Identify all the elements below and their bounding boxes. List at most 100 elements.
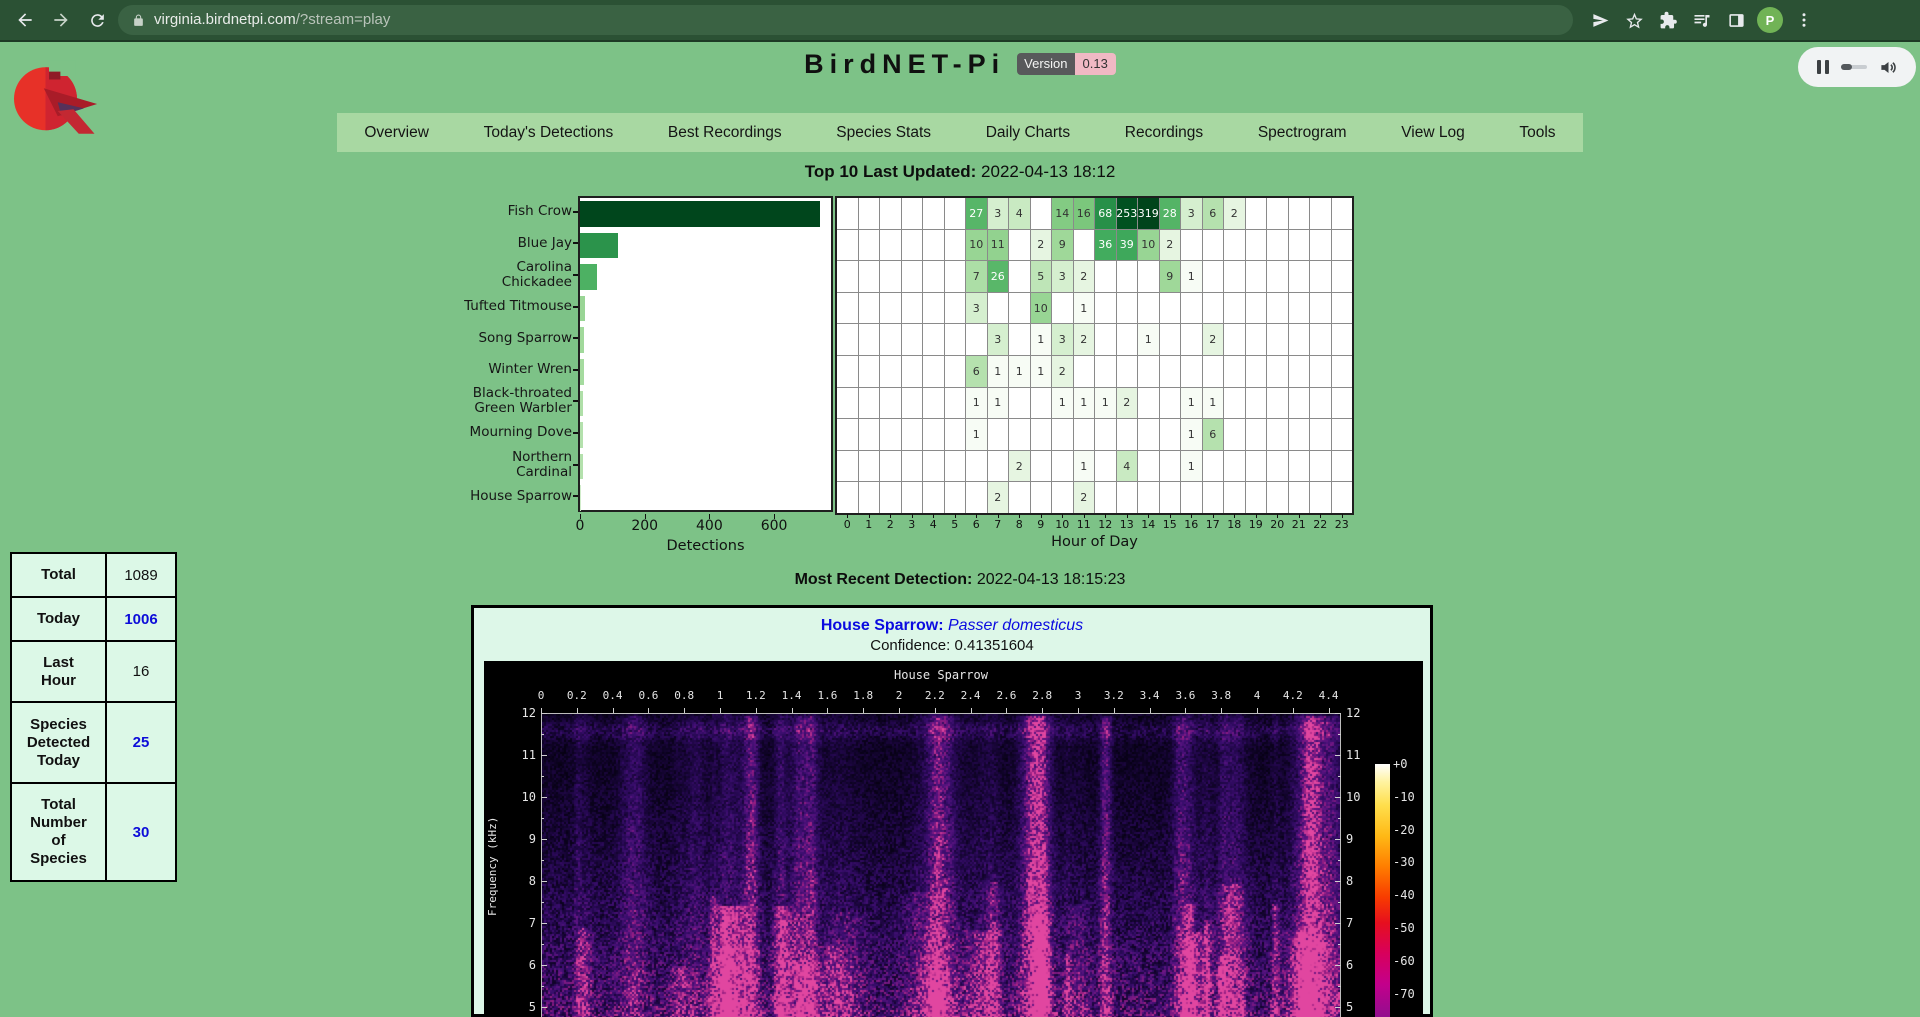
spectrogram-x-tickmark: [863, 708, 864, 713]
spectrogram-x-tickmark: [935, 708, 936, 713]
spectrogram-y-tick-left: 9: [508, 832, 536, 846]
heatmap-cell: [1009, 419, 1030, 450]
pause-button[interactable]: [1817, 60, 1829, 74]
heatmap-cell: [837, 261, 858, 292]
spectrogram-y-minor-tick: [1338, 986, 1341, 987]
heatmap-cell: [837, 451, 858, 482]
heatmap-cell: [1203, 261, 1224, 292]
spectrogram-x-tick: 0: [538, 689, 545, 702]
reload-button[interactable]: [82, 5, 112, 35]
nav-item-tools[interactable]: Tools: [1513, 124, 1561, 142]
heatmap-cell: 1: [1074, 388, 1095, 419]
profile-avatar[interactable]: P: [1755, 5, 1785, 35]
spectrogram-x-tickmark: [684, 708, 685, 713]
spectrogram-y-tickmark: [1335, 965, 1341, 966]
main-nav: Overview Today's Detections Best Recording…: [337, 113, 1583, 152]
spectrogram-y-minor-tick: [1338, 944, 1341, 945]
heatmap-cell: [1224, 261, 1245, 292]
nav-item-overview[interactable]: Overview: [358, 124, 435, 142]
heatmap-cell: 1: [1095, 388, 1116, 419]
heatmap-cell: [1203, 293, 1224, 324]
spectrogram-y-tickmark: [541, 755, 547, 756]
heatmap-cell: 2: [988, 482, 1009, 513]
heatmap-cell: [988, 419, 1009, 450]
heatmap-cell: [1246, 261, 1267, 292]
volume-icon[interactable]: [1879, 58, 1898, 77]
heatmap-cell: [1224, 451, 1245, 482]
detection-species-link[interactable]: House Sparrow:: [821, 617, 944, 634]
heatmap-cell: [1095, 324, 1116, 355]
heatmap-cell: [1289, 482, 1310, 513]
forward-icon: [51, 10, 71, 30]
stats-label: Today: [11, 597, 106, 641]
nav-item-recordings[interactable]: Recordings: [1119, 124, 1209, 142]
heatmap-cell: [1052, 451, 1073, 482]
url-bar[interactable]: virginia.birdnetpi.com/?stream=play: [118, 5, 1573, 35]
extensions-button[interactable]: [1653, 5, 1683, 35]
species-label-text: Song Sparrow: [478, 331, 572, 346]
recent-label: Most Recent Detection:: [795, 571, 973, 588]
heatmap-cell: [923, 293, 944, 324]
hour-axis-tick: 20: [1270, 518, 1284, 531]
spectrogram-x-tick: 3.6: [1175, 689, 1195, 702]
stats-value[interactable]: 25: [106, 702, 176, 783]
playlist-button[interactable]: [1687, 5, 1717, 35]
url-path: /?stream=play: [296, 11, 391, 28]
heatmap-cell: [945, 198, 966, 229]
audio-progress-slider[interactable]: [1841, 65, 1867, 69]
bar-house-sparrow: [580, 485, 581, 511]
heatmap-cell: [1203, 230, 1224, 261]
page: virginia.birdnetpi.com/?stream=play P: [0, 0, 1920, 1017]
nav-item-spectrogram[interactable]: Spectrogram: [1252, 124, 1353, 142]
heatmap-cell: 1: [1181, 419, 1202, 450]
stats-value[interactable]: 1006: [106, 597, 176, 641]
spectrogram-x-tick: 4.2: [1283, 689, 1303, 702]
heatmap-cell: 319: [1138, 198, 1159, 229]
heatmap-cell: [1332, 419, 1353, 450]
heatmap-cell: [1138, 388, 1159, 419]
spectrogram-x-tickmark: [613, 708, 614, 713]
heatmap-cell: 14: [1052, 198, 1073, 229]
species-label-black-throated-green-warbler: Black-throatedGreen Warbler: [400, 386, 572, 418]
spectrogram-y-minor-tick: [541, 860, 544, 861]
nav-item-best-recordings[interactable]: Best Recordings: [662, 124, 788, 142]
playlist-icon: [1692, 10, 1712, 30]
back-button[interactable]: [10, 5, 40, 35]
stats-value[interactable]: 30: [106, 783, 176, 881]
spectrogram-x-tick: 0.8: [674, 689, 694, 702]
send-button[interactable]: [1585, 5, 1615, 35]
heatmap-cell: [988, 451, 1009, 482]
spectrogram-x-tickmark: [1293, 708, 1294, 713]
heatmap-cell: [1310, 230, 1331, 261]
heatmap-cell: [859, 261, 880, 292]
nav-item-daily-charts[interactable]: Daily Charts: [980, 124, 1076, 142]
top10-value: 2022-04-13 18:12: [981, 162, 1115, 181]
slider-thumb[interactable]: [1841, 64, 1852, 70]
heatmap-cell: [945, 230, 966, 261]
menu-button[interactable]: [1789, 5, 1819, 35]
heatmap-cell: [1267, 451, 1288, 482]
heatmap-cell: [1246, 324, 1267, 355]
nav-item-today-s-detections[interactable]: Today's Detections: [478, 124, 620, 142]
heatmap-cell: 1: [1181, 451, 1202, 482]
nav-item-species-stats[interactable]: Species Stats: [830, 124, 937, 142]
hour-axis-tick: 18: [1227, 518, 1241, 531]
heatmap-cell: 2: [1074, 261, 1095, 292]
heatmap-cell: 2: [1224, 198, 1245, 229]
heatmap-cell: [859, 356, 880, 387]
heatmap-cell: [1095, 419, 1116, 450]
forward-button[interactable]: [46, 5, 76, 35]
species-label-winter-wren: Winter Wren: [400, 354, 572, 386]
spectrogram-y-tick-right: 11: [1346, 748, 1374, 762]
heatmap-cell: 10: [966, 230, 987, 261]
heatmap-cell: [880, 261, 901, 292]
spectrogram-canvas: [542, 714, 1340, 1017]
heatmap-cell: [945, 261, 966, 292]
spectrogram-x-tickmark: [792, 708, 793, 713]
heatmap-cell: [859, 198, 880, 229]
sidebar-button[interactable]: [1721, 5, 1751, 35]
nav-item-view-log[interactable]: View Log: [1395, 124, 1470, 142]
bookmark-button[interactable]: [1619, 5, 1649, 35]
heatmap-cell: 10: [1138, 230, 1159, 261]
heatmap-cell: 2: [1052, 356, 1073, 387]
